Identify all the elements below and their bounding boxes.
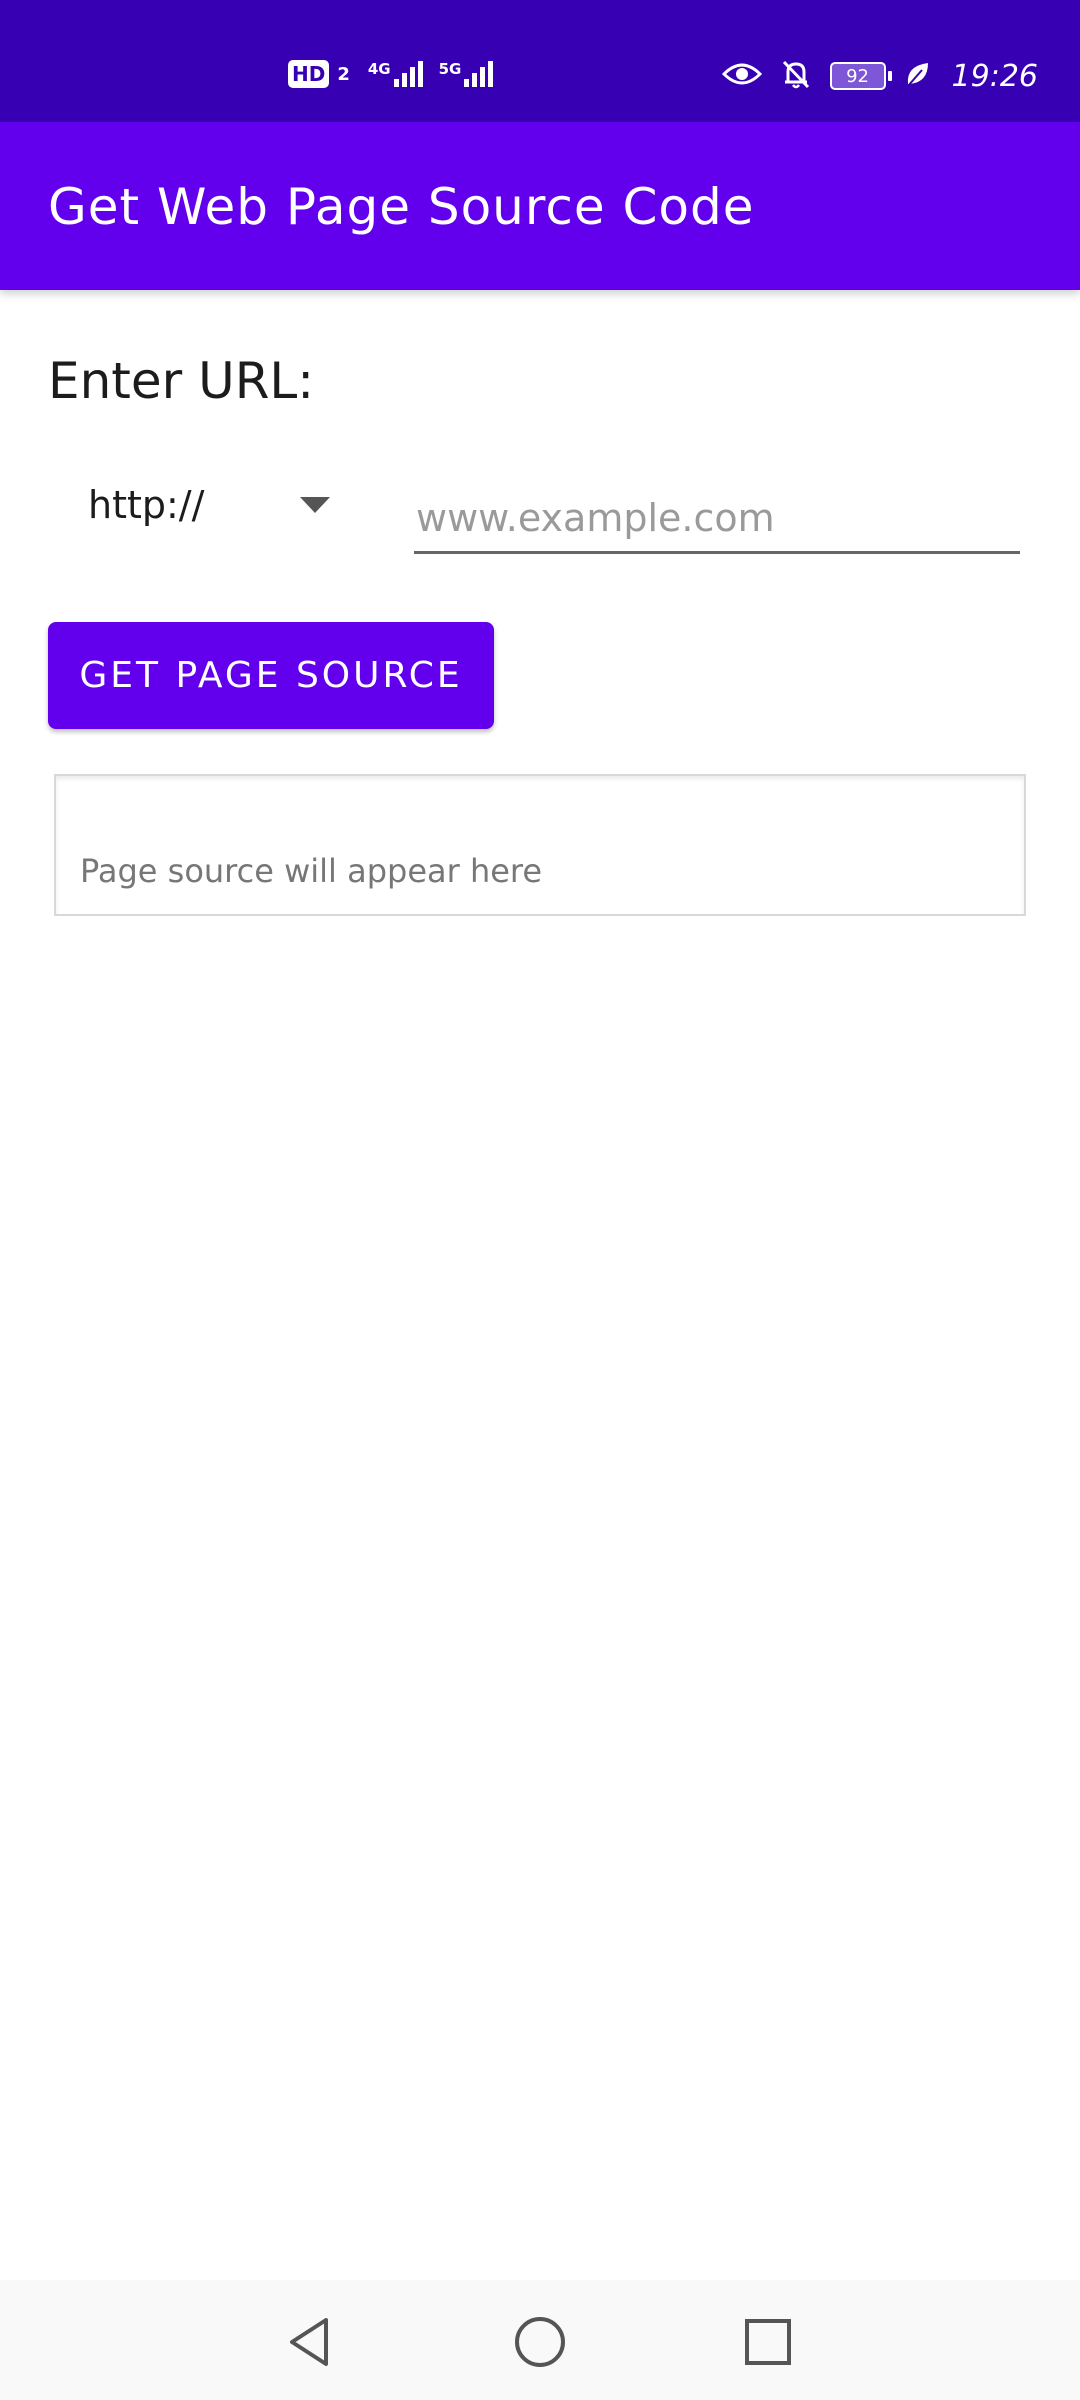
status-right-group: 92 19:26 [721, 58, 1038, 94]
back-icon[interactable] [280, 2312, 340, 2372]
protocol-dropdown[interactable]: http:// [60, 470, 350, 540]
network-type-label: 5G [438, 60, 462, 78]
clock: 19:26 [951, 58, 1038, 94]
app-title: Get Web Page Source Code [48, 178, 755, 236]
status-bar: HD 2 4G 5G 92 19:26 [0, 0, 1080, 122]
status-left-group: HD 2 4G 5G [288, 60, 501, 88]
url-label: Enter URL: [48, 352, 315, 410]
url-input[interactable] [414, 484, 1020, 554]
leaf-icon [904, 60, 930, 92]
system-nav-bar [0, 2280, 1080, 2400]
get-page-source-button[interactable]: GET PAGE SOURCE [48, 622, 494, 729]
battery-icon: 92 [829, 62, 892, 90]
sim-number: 2 [337, 63, 350, 85]
hd-voice-icon: HD [288, 60, 330, 88]
eye-comfort-icon [721, 60, 762, 92]
dropdown-arrow-icon [300, 497, 330, 513]
protocol-selected-value: http:// [88, 483, 205, 527]
recents-icon[interactable] [738, 2312, 798, 2372]
app-bar: Get Web Page Source Code [0, 122, 1080, 290]
home-icon[interactable] [510, 2312, 570, 2372]
output-placeholder: Page source will appear here [80, 852, 543, 890]
signal-icon-5g: 5G [439, 61, 494, 87]
network-type-label: 4G [367, 60, 391, 78]
page-source-output: Page source will appear here [54, 774, 1026, 916]
bell-off-icon [780, 58, 812, 94]
signal-icon-4g: 4G [368, 61, 423, 87]
